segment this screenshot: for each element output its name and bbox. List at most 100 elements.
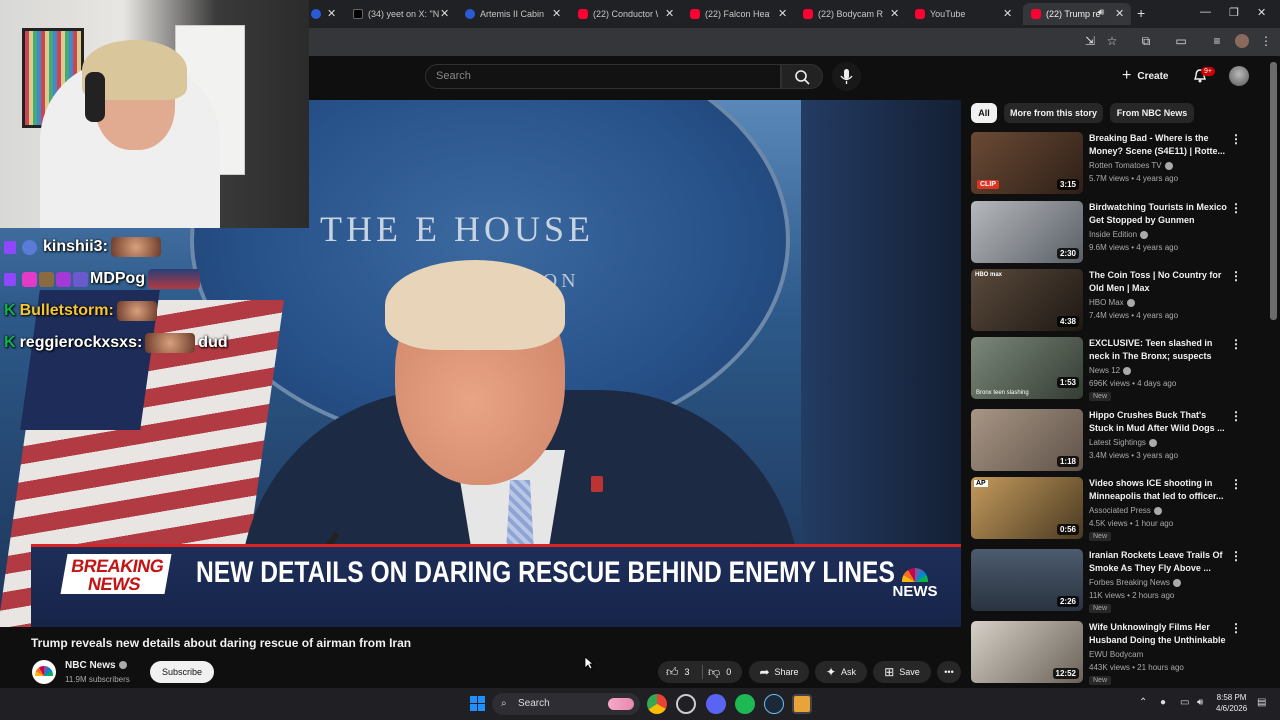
monitor-tray-icon[interactable]: ▭: [1180, 697, 1189, 708]
video-duration: 0:56: [1056, 524, 1079, 535]
channel-name[interactable]: NBC News: [65, 660, 127, 671]
recommendation-item[interactable]: 2:30 Birdwatching Tourists in Mexico Get…: [971, 201, 1261, 265]
kebab-menu-icon[interactable]: ⋮: [1230, 269, 1242, 283]
tab-search-icon[interactable]: ≡: [1210, 34, 1224, 48]
notification-center-icon[interactable]: ▤: [1257, 697, 1266, 708]
kebab-menu-icon[interactable]: ⋮: [1230, 409, 1242, 423]
close-icon[interactable]: ✕: [890, 7, 899, 20]
recommendation-item[interactable]: 12:52 Wife Unknowingly Films Her Husband…: [971, 621, 1261, 685]
taskbar-search[interactable]: ⌕ Search: [492, 693, 640, 715]
window-close-icon[interactable]: ✕: [1257, 6, 1266, 19]
close-icon[interactable]: ✕: [1115, 7, 1124, 20]
more-actions-button[interactable]: •••: [937, 661, 961, 683]
recommendation-item[interactable]: 1:18 Hippo Crushes Buck That's Stuck in …: [971, 409, 1261, 473]
search-input[interactable]: Search: [425, 64, 781, 89]
spotify-icon[interactable]: [735, 694, 755, 714]
rec-channel: Latest Sightings: [1089, 438, 1157, 447]
kebab-menu-icon[interactable]: ⋮: [1230, 621, 1242, 635]
account-avatar[interactable]: [1229, 66, 1249, 86]
streamer-webcam: [0, 0, 309, 228]
video-duration: 2:30: [1056, 248, 1079, 259]
chip-all[interactable]: All: [971, 103, 997, 123]
ask-button[interactable]: ✦ Ask: [815, 661, 867, 683]
rec-channel-text: HBO Max: [1089, 298, 1124, 307]
volume-icon[interactable]: 🔊︎: [1197, 697, 1203, 708]
tab-partial[interactable]: [311, 3, 323, 25]
news-text: NEWS: [86, 574, 142, 594]
tab-youtube[interactable]: YouTube: [915, 3, 1005, 25]
browser-menu-icon[interactable]: ⋮: [1259, 34, 1273, 48]
create-button[interactable]: + Create: [1122, 65, 1168, 87]
sparkle-icon: ✦: [825, 665, 837, 679]
speaker-icon[interactable]: 🔊︎: [1098, 7, 1104, 18]
kebab-menu-icon[interactable]: ⋮: [1230, 477, 1242, 491]
taskbar-search-label: Search: [518, 698, 550, 709]
close-icon[interactable]: ✕: [440, 7, 449, 20]
divider: [702, 665, 703, 679]
tab-x-post[interactable]: (34) yeet on X: "N: [353, 3, 453, 25]
kebab-menu-icon[interactable]: ⋮: [1230, 132, 1242, 146]
tray-chevron-icon[interactable]: ⌃: [1139, 697, 1147, 708]
close-icon[interactable]: ✕: [778, 7, 787, 20]
rec-meta: 443K views • 21 hours ago: [1089, 663, 1184, 672]
chip-more-from-story[interactable]: More from this story: [1004, 103, 1103, 123]
chrome-icon[interactable]: [647, 694, 667, 714]
page-scrollbar[interactable]: [1270, 62, 1277, 320]
search-button[interactable]: [781, 64, 823, 89]
bookmark-star-icon[interactable]: ☆: [1105, 34, 1119, 48]
save-button[interactable]: ⊞ Save: [873, 661, 931, 683]
discord-icon[interactable]: [706, 694, 726, 714]
recommendation-item[interactable]: Bronx teen slashing 1:53 EXCLUSIVE: Teen…: [971, 337, 1261, 401]
minimize-icon[interactable]: —: [1200, 6, 1211, 18]
recommendation-item[interactable]: 2:26 Iranian Rockets Leave Trails Of Smo…: [971, 549, 1261, 613]
tab-falcon-heavy[interactable]: (22) Falcon Heavy: [690, 3, 770, 25]
headset: [85, 72, 105, 122]
microphone-tray-icon[interactable]: ●: [1160, 697, 1166, 708]
chip-from-nbc-news[interactable]: From NBC News: [1110, 103, 1194, 123]
channel-avatar[interactable]: [32, 660, 56, 684]
extensions-icon[interactable]: ⧉: [1139, 34, 1153, 48]
twitch-badge-icon: [4, 272, 16, 286]
kebab-menu-icon[interactable]: ⋮: [1230, 337, 1242, 351]
close-icon[interactable]: ✕: [1003, 7, 1012, 20]
tab-artemis[interactable]: Artemis II Cabin V: [465, 3, 545, 25]
heart-badge-icon: [22, 271, 37, 287]
recommendation-item[interactable]: AP 0:56 Video shows ICE shooting in Minn…: [971, 477, 1261, 541]
backdrop-lettering: THE E HOUSE: [320, 209, 594, 249]
nasa-icon: [465, 9, 475, 19]
recommendation-item[interactable]: HBO max 4:38 The Coin Toss | No Country …: [971, 269, 1261, 333]
steam-icon[interactable]: [764, 694, 784, 714]
close-icon[interactable]: ✕: [327, 7, 336, 20]
install-app-icon[interactable]: ⇲: [1083, 34, 1097, 48]
recommendation-item[interactable]: CLIP 3:15 Breaking Bad - Where is the Mo…: [971, 132, 1261, 196]
share-button[interactable]: ➦ Share: [749, 661, 809, 683]
new-tab-button[interactable]: +: [1137, 5, 1145, 21]
video-thumbnail: CLIP 3:15: [971, 132, 1083, 194]
profile-avatar-icon[interactable]: [1235, 34, 1249, 48]
ap-badge: AP: [974, 480, 988, 487]
verified-icon: [1153, 506, 1162, 515]
close-icon[interactable]: ✕: [665, 7, 674, 20]
rec-channel: Inside Edition: [1089, 230, 1149, 239]
kebab-menu-icon[interactable]: ⋮: [1230, 201, 1242, 215]
cast-icon[interactable]: ▭: [1174, 34, 1188, 48]
hbo-max-badge: HBO max: [975, 272, 1003, 278]
dislike-count: 0: [726, 667, 732, 677]
tab-conductor[interactable]: (22) Conductor W: [578, 3, 658, 25]
video-duration: 2:26: [1056, 596, 1079, 607]
windows-start-icon[interactable]: [469, 695, 486, 712]
like-button[interactable]: 👍︎ 3: [666, 661, 690, 683]
active-app-icon[interactable]: [792, 694, 812, 714]
kebab-menu-icon[interactable]: ⋮: [1230, 549, 1242, 563]
tab-bodycam[interactable]: (22) Bodycam Rel: [803, 3, 883, 25]
dislike-button[interactable]: 👎︎ 0: [708, 661, 731, 683]
close-icon[interactable]: ✕: [552, 7, 561, 20]
voice-search-button[interactable]: [832, 62, 861, 91]
screen: ✕ (34) yeet on X: "N ✕ Artemis II Cabin …: [0, 0, 1280, 720]
taskbar-clock[interactable]: 8:58 PM 4/6/2026: [1216, 692, 1247, 714]
app-icon[interactable]: [676, 694, 696, 714]
verified-icon: [118, 661, 127, 670]
subscribe-button[interactable]: Subscribe: [150, 661, 214, 683]
nbc-peacock-icon: [35, 666, 53, 676]
restore-icon[interactable]: ❐: [1229, 6, 1239, 19]
